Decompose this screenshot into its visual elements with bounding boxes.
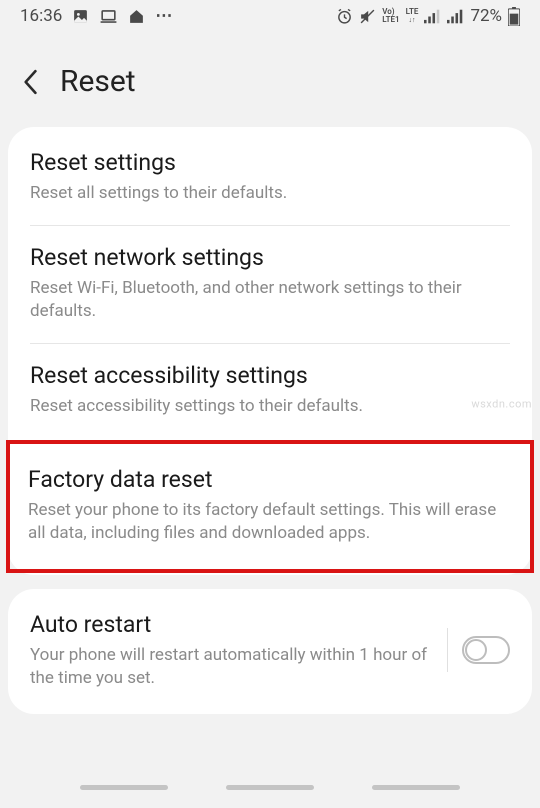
item-desc: Reset your phone to its factory default …: [28, 499, 512, 545]
page-title: Reset: [60, 64, 136, 99]
item-desc: Reset Wi-Fi, Bluetooth, and other networ…: [30, 277, 510, 323]
reset-settings-item[interactable]: Reset settings Reset all settings to the…: [8, 131, 532, 225]
battery-icon: [508, 7, 520, 26]
nav-back[interactable]: [372, 785, 460, 790]
item-title: Reset accessibility settings: [30, 362, 510, 389]
status-right: Vo) LTE1 LTE ↓↑ 72%: [336, 6, 520, 26]
network-label: LTE ↓↑: [406, 8, 419, 24]
image-icon: [72, 8, 89, 25]
signal-icon: [424, 9, 441, 24]
reset-network-item[interactable]: Reset network settings Reset Wi-Fi, Blue…: [8, 226, 532, 343]
item-desc: Reset accessibility settings to their de…: [30, 395, 510, 418]
status-bar: 16:36 ⋯ Vo) LTE1 LTE ↓↑: [0, 0, 540, 32]
status-left: 16:36 ⋯: [20, 6, 174, 26]
item-title: Factory data reset: [28, 466, 512, 493]
volte-icon: Vo) LTE1: [382, 8, 399, 24]
more-icon: ⋯: [155, 6, 174, 26]
auto-restart-item[interactable]: Auto restart Your phone will restart aut…: [8, 593, 532, 710]
home-icon: [128, 8, 145, 25]
nav-bar: [0, 785, 540, 790]
reset-card: Reset settings Reset all settings to the…: [8, 127, 532, 575]
auto-restart-card: Auto restart Your phone will restart aut…: [8, 589, 532, 714]
item-title: Auto restart: [30, 611, 433, 638]
auto-restart-toggle[interactable]: [462, 636, 510, 664]
clock: 16:36: [20, 6, 62, 26]
nav-recents[interactable]: [80, 785, 168, 790]
item-desc: Your phone will restart automatically wi…: [30, 644, 433, 690]
item-desc: Reset all settings to their defaults.: [30, 182, 510, 205]
item-title: Reset settings: [30, 149, 510, 176]
factory-data-reset-item[interactable]: Factory data reset Reset your phone to i…: [6, 440, 534, 573]
nav-home[interactable]: [226, 785, 314, 790]
back-icon[interactable]: [22, 68, 42, 96]
item-title: Reset network settings: [30, 244, 510, 271]
watermark: wsxdn.com: [471, 398, 532, 411]
reset-accessibility-item[interactable]: Reset accessibility settings Reset acces…: [8, 344, 532, 438]
mute-icon: [359, 8, 376, 25]
laptop-icon: [99, 8, 118, 25]
page-header: Reset: [0, 32, 540, 127]
alarm-icon: [336, 8, 353, 25]
signal-icon-2: [447, 9, 464, 24]
battery-pct: 72%: [470, 6, 502, 26]
separator: [447, 628, 448, 672]
